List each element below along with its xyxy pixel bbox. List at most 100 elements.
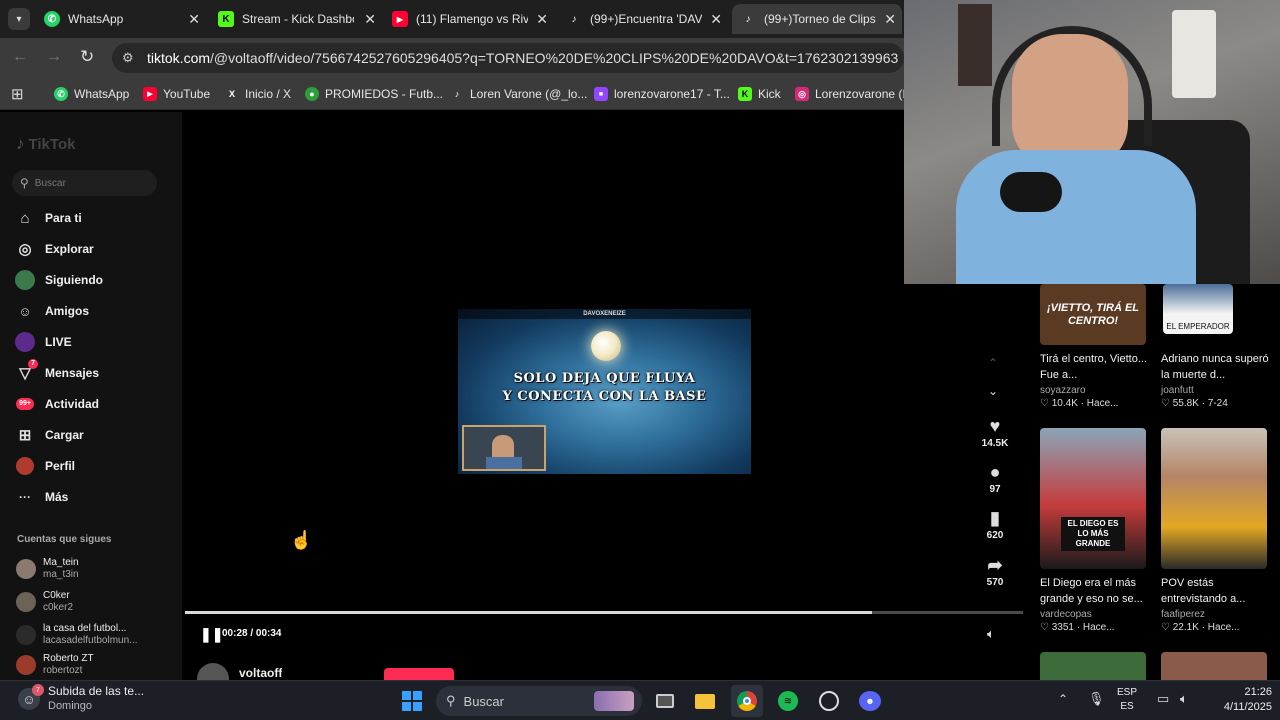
nav-mensajes[interactable]: ▽ 7 Mensajes [14,359,99,385]
taskbar-search-placeholder: Buscar [463,693,504,709]
account-handle: lacasadelfutbolmun... [43,635,138,646]
previous-video-button[interactable]: ⌃ [988,356,998,370]
bookmark-youtube[interactable]: ▶ YouTube [143,84,210,104]
nav-explorar[interactable]: ◎ Explorar [14,237,93,261]
share-button[interactable]: ➦ 570 [975,555,1015,588]
related-video-card[interactable]: EL EMPERADOR Adriano nunca superó la mue… [1161,284,1273,409]
nav-actividad[interactable]: 99+ Actividad [14,392,99,416]
bookmark-twitch[interactable]: ■ lorenzovarone17 - T... [594,84,730,104]
hand-cursor-icon: ☝ [290,530,313,550]
video-progress-bar[interactable] [185,611,1023,614]
like-button[interactable]: ♥ 14.5K [975,416,1015,449]
card-likes: 10.4K [1051,398,1078,409]
save-button[interactable]: ▮ 620 [975,508,1015,541]
tab-search-button[interactable]: ▾ [8,8,30,30]
close-icon[interactable]: ✕ [364,11,376,28]
video-overlay-top: DAVOXENEIZE [458,309,751,319]
messages-badge: 7 [28,359,38,369]
browser-tab-strip: ▾ ✆ WhatsApp ✕ K Stream - Kick Dashbo ✕ … [0,0,904,38]
tab-3[interactable]: ♪ (99+)Encuentra 'DAV ✕ [558,4,728,34]
spotify-button[interactable]: ≋ [772,685,804,717]
close-icon[interactable]: ✕ [884,11,896,28]
nav-perfil[interactable]: Perfil [14,454,75,478]
address-bar[interactable]: ⚙ tiktok.com/@voltaoff/video/75667425276… [112,43,904,73]
task-view-button[interactable] [649,685,681,717]
heart-icon: ♥ [989,416,1001,436]
speaker-icon[interactable]: 🔈︎ [1180,691,1188,707]
comment-button[interactable]: ● 97 [975,462,1015,495]
obs-button[interactable] [813,685,845,717]
card-author: faafiperez [1161,609,1205,620]
bookmark-tiktok[interactable]: ♪ Loren Varone (@_lo... [450,84,588,104]
next-video-button[interactable]: ⌄ [988,384,998,398]
discord-button[interactable]: ☻ [854,685,886,717]
nav-para-ti[interactable]: ⌂ Para ti [14,206,81,230]
network-icon[interactable]: ▭ [1157,691,1169,707]
apps-grid-icon[interactable]: ⊞ [11,85,24,103]
forward-icon[interactable]: → [46,48,62,66]
person-icon: ☺ 7 [18,684,44,710]
nav-cargar[interactable]: ⊞ Cargar [14,423,84,447]
save-count: 620 [986,530,1004,541]
start-button[interactable] [396,685,428,717]
site-settings-icon[interactable]: ⚙ [122,50,134,66]
youtube-icon: ▶ [143,87,157,101]
chrome-button[interactable] [731,685,763,717]
tab-label: (11) Flamengo vs Rive [416,12,528,26]
search-input[interactable]: ⚲ Buscar [12,170,157,196]
tab-2[interactable]: ▶ (11) Flamengo vs Rive ✕ [384,4,554,34]
video-thumbnail[interactable] [1161,652,1267,680]
video-thumbnail[interactable] [1040,652,1146,680]
account-handle: c0ker2 [43,602,74,613]
following-account[interactable]: Roberto ZT robertozt [16,653,94,677]
bookmark-whatsapp[interactable]: ✆ WhatsApp [54,84,129,104]
nav-amigos[interactable]: ☺ Amigos [14,299,89,323]
close-icon[interactable]: ✕ [710,11,722,28]
language-indicator[interactable]: ESP ES [1117,686,1137,714]
bookmark-promiedos[interactable]: ● PROMIEDOS - Futb... [305,84,443,104]
close-icon[interactable]: ✕ [536,11,548,28]
tab-4[interactable]: ♪ (99+)Torneo de Clips ✕ [732,4,902,34]
streamer-face [1012,34,1128,168]
reload-icon[interactable]: ↻ [80,47,94,67]
chevron-up-icon[interactable]: ⌃ [1058,692,1068,706]
search-highlight-icon [594,691,634,711]
notification-widget[interactable]: ☺ 7 Subida de las te... Domingo [18,684,144,714]
tiktok-icon: ♪ [745,13,751,25]
related-video-card[interactable]: POV estás entrevistando a... faafiperez … [1161,428,1273,633]
video-caption-line1: SOLO DEJA QUE FLUYA [513,371,696,386]
file-explorer-button[interactable] [689,685,721,717]
bookmark-kick[interactable]: K Kick [738,84,781,104]
tab-0[interactable]: ✆ WhatsApp ✕ [36,4,206,34]
nav-label: Siguiendo [45,273,103,287]
related-video-card[interactable]: EL DIEGO ES LO MÁS GRANDE El Diego era e… [1040,428,1152,633]
tiktok-icon: ♪ [454,89,460,99]
bookmark-x[interactable]: X Inicio / X [225,84,291,104]
nav-label: Actividad [45,397,100,411]
volume-icon[interactable]: 🔈︎ [987,626,995,642]
related-video-card[interactable]: ¡VIETTO, TIRÁ EL CENTRO! Tirá el centro,… [1040,284,1152,409]
bookmark-instagram[interactable]: ◎ Lorenzovarone (In [795,84,912,104]
following-account[interactable]: Ma_tein ma_t3in [16,554,79,584]
microphone-icon[interactable]: 🎙︎ [1088,691,1105,707]
notification-subtitle: Domingo [48,700,93,712]
taskbar-search-input[interactable]: ⚲ Buscar [436,686,642,716]
video-player[interactable]: DAVOXENEIZE SOLO DEJA QUE FLUYA Y CONECT… [458,309,751,474]
account-name: Ma_tein [43,557,79,568]
pause-icon[interactable]: ❚❚ [200,626,223,643]
close-icon[interactable]: ✕ [188,11,200,28]
clock[interactable]: 21:26 4/11/2025 [1206,685,1272,715]
nav-siguiendo[interactable]: Siguiendo [14,268,103,292]
author-name[interactable]: voltaoff [239,666,282,680]
following-account[interactable]: la casa del futbol... lacasadelfutbolmun.… [16,620,138,650]
tiktok-logo[interactable]: ♪ TikTok [16,134,75,154]
following-account[interactable]: C0ker c0ker2 [16,587,73,617]
tab-1[interactable]: K Stream - Kick Dashbo ✕ [210,4,382,34]
nav-mas[interactable]: ··· Más [14,485,68,509]
back-icon[interactable]: ← [12,48,28,66]
nav-live[interactable]: LIVE [14,330,72,354]
lang-bottom: ES [1120,701,1134,712]
follow-button[interactable] [384,668,454,680]
chrome-icon [737,691,757,711]
video-webcam-inset [462,425,546,471]
